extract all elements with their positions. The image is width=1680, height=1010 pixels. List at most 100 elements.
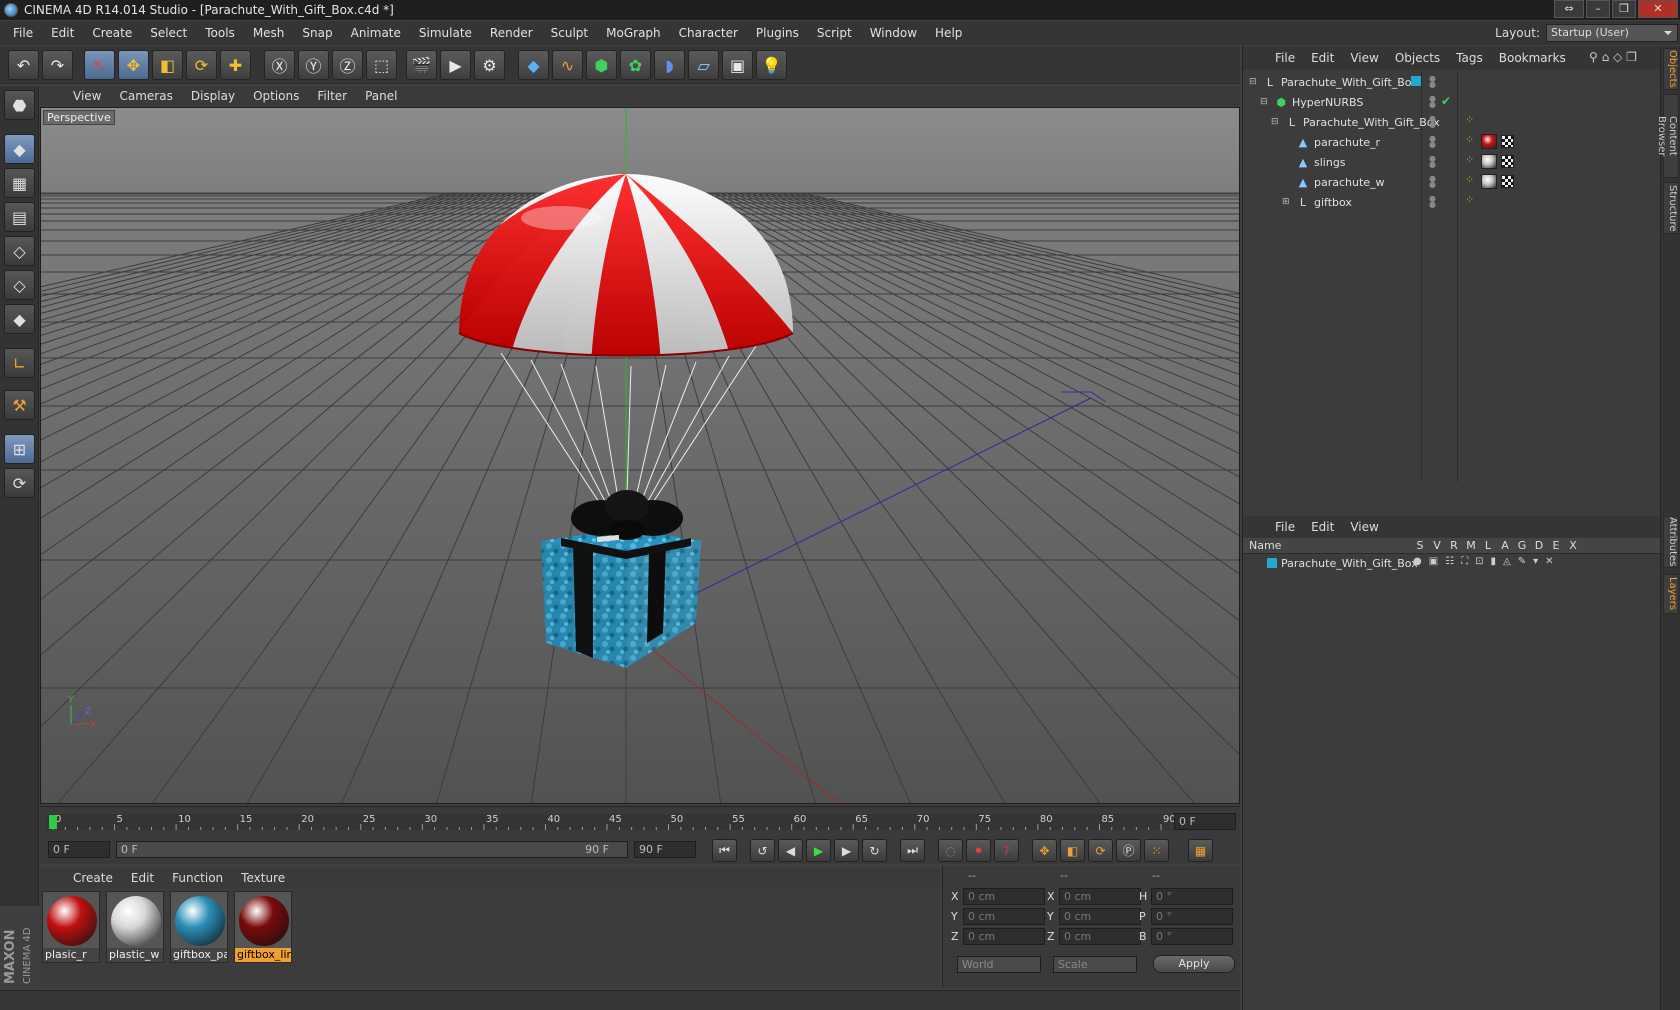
material-swatch[interactable]: giftbox_lin <box>234 891 292 963</box>
add-object-button[interactable]: ✚ <box>220 50 251 80</box>
object-menu-tags[interactable]: Tags <box>1448 51 1491 65</box>
layer-column-r[interactable]: R <box>1445 539 1463 552</box>
current-frame-field[interactable]: 0 F <box>1174 813 1236 830</box>
nurbs-button[interactable]: ⬢ <box>586 50 617 80</box>
next-frame-button[interactable]: ▶ <box>834 839 859 862</box>
go-to-end-button[interactable]: ⏭ <box>900 839 925 862</box>
texture-tag-icon[interactable] <box>1501 135 1514 148</box>
menu-plugins[interactable]: Plugins <box>747 26 808 40</box>
z-axis-button[interactable]: Ⓩ <box>332 50 363 80</box>
polygons-mode-button[interactable]: ◆ <box>4 304 35 334</box>
coord-value-field[interactable]: 0 cm <box>963 888 1045 905</box>
model-mode-button[interactable]: ◆ <box>4 134 35 164</box>
object-menu-view[interactable]: View <box>1342 51 1386 65</box>
object-row[interactable]: ▲ parachute_w ● ● ⁘ <box>1243 172 1661 192</box>
layer-row[interactable]: Parachute_With_Gift_Box ●▣☷⛶⊡▮◬✎▾✕ <box>1243 554 1661 572</box>
viewport-menu-panel[interactable]: Panel <box>356 89 406 103</box>
scale-button[interactable]: ◧ <box>152 50 183 80</box>
layer-column-d[interactable]: D <box>1530 539 1548 552</box>
undo-button[interactable]: ↶ <box>8 50 39 80</box>
edges-mode-button[interactable]: ◇ <box>4 270 35 300</box>
coord-value-field[interactable]: 0 cm <box>963 908 1045 925</box>
object-row[interactable]: ▲ slings ● ● ⁘ <box>1243 152 1661 172</box>
go-to-start-button[interactable]: ⏮ <box>712 839 737 862</box>
maximize-button[interactable]: ❐ <box>1612 0 1636 18</box>
previous-frame-button[interactable]: ◀ <box>778 839 803 862</box>
visibility-dots[interactable]: ● ● <box>1429 75 1436 89</box>
size-mode-dropdown[interactable]: Scale <box>1053 956 1137 973</box>
keyframe-selection-button[interactable]: ? <box>994 839 1019 862</box>
axis-mode-button[interactable]: ∟ <box>4 348 35 378</box>
deformer-button[interactable]: ◗ <box>654 50 685 80</box>
object-row[interactable]: ⊟ L Parachute_With_Gift_Box ● ● ⁘ <box>1243 112 1661 132</box>
menu-edit[interactable]: Edit <box>42 26 83 40</box>
key-position-button[interactable]: ✥ <box>1032 839 1057 862</box>
floor-button[interactable]: ▱ <box>688 50 719 80</box>
menu-script[interactable]: Script <box>808 26 861 40</box>
texture-tag-icon[interactable] <box>1501 155 1514 168</box>
viewport-menu-cameras[interactable]: Cameras <box>110 89 181 103</box>
visibility-dots[interactable]: ● ● <box>1429 95 1436 109</box>
layer-column-x[interactable]: X <box>1564 539 1582 552</box>
viewport-menu-view[interactable]: View <box>64 89 110 103</box>
coordinate-space-dropdown[interactable]: World <box>957 956 1041 973</box>
render-view-button[interactable]: 🎬 <box>406 50 437 80</box>
array-button[interactable]: ✿ <box>620 50 651 80</box>
object-manager-search-icons[interactable]: ⚲ ⌂ ◇ ❐ <box>1589 50 1637 64</box>
start-frame-field[interactable]: 0 F <box>48 841 110 858</box>
material-menu-texture[interactable]: Texture <box>232 871 294 885</box>
object-menu-bookmarks[interactable]: Bookmarks <box>1491 51 1574 65</box>
phong-tag-icon[interactable]: ⁘ <box>1465 153 1474 166</box>
layer-menu-edit[interactable]: Edit <box>1303 520 1342 534</box>
coord-value-field[interactable]: 0 cm <box>963 928 1045 945</box>
layer-menu-file[interactable]: File <box>1267 520 1303 534</box>
tree-expand-icon[interactable]: ⊞ <box>1282 197 1292 207</box>
close-button[interactable]: ✕ <box>1638 0 1678 18</box>
key-parameter-button[interactable]: Ⓟ <box>1116 839 1141 862</box>
material-tag-icon[interactable] <box>1481 134 1497 149</box>
move-button[interactable]: ✥ <box>118 50 149 80</box>
rotate-button[interactable]: ⟳ <box>186 50 217 80</box>
layer-column-v[interactable]: V <box>1428 539 1446 552</box>
coord-value-field[interactable]: 0 ° <box>1151 928 1233 945</box>
key-pla-button[interactable]: ⁙ <box>1144 839 1169 862</box>
menu-window[interactable]: Window <box>861 26 926 40</box>
coordinate-system-button[interactable]: ⬚ <box>366 50 397 80</box>
menu-create[interactable]: Create <box>83 26 141 40</box>
layer-column-e[interactable]: E <box>1547 539 1565 552</box>
snap-button[interactable]: ⊞ <box>4 434 35 464</box>
tree-expand-icon[interactable]: ⊟ <box>1249 77 1259 87</box>
phong-tag-icon[interactable]: ⁘ <box>1465 133 1474 146</box>
tab-objects[interactable]: Objects <box>1663 48 1679 90</box>
camera-button[interactable]: ▣ <box>722 50 753 80</box>
tree-expand-icon[interactable]: ⊟ <box>1271 117 1281 127</box>
material-tag-icon[interactable] <box>1481 174 1497 189</box>
material-swatch[interactable]: plasic_r <box>42 891 100 963</box>
tab-structure[interactable]: Structure <box>1663 182 1679 234</box>
menu-render[interactable]: Render <box>481 26 542 40</box>
phong-tag-icon[interactable]: ⁘ <box>1465 113 1474 126</box>
enabled-check-icon[interactable]: ✔ <box>1441 94 1451 108</box>
play-button[interactable]: ▶ <box>806 839 831 862</box>
light-button[interactable]: 💡 <box>756 50 787 80</box>
layout-dropdown[interactable]: Startup (User) <box>1546 24 1678 42</box>
menu-simulate[interactable]: Simulate <box>410 26 481 40</box>
object-menu-edit[interactable]: Edit <box>1303 51 1342 65</box>
visibility-dots[interactable]: ● ● <box>1429 115 1436 129</box>
material-menu-function[interactable]: Function <box>163 871 232 885</box>
x-axis-button[interactable]: Ⓧ <box>264 50 295 80</box>
tweak-button[interactable]: ⚒ <box>4 390 35 420</box>
menu-snap[interactable]: Snap <box>293 26 341 40</box>
playhead[interactable] <box>49 815 57 829</box>
viewport-camera-label[interactable]: Perspective <box>43 110 115 125</box>
frame-range-slider[interactable]: 0 F 90 F <box>116 841 628 858</box>
viewport-perspective[interactable]: Y X Z Perspective ✥ ⇕ ⟳ ❐ <box>40 107 1240 804</box>
tab-attributes[interactable]: Attributes <box>1663 516 1679 568</box>
menu-mograph[interactable]: MoGraph <box>597 26 670 40</box>
viewport-menu-filter[interactable]: Filter <box>308 89 356 103</box>
record-keys-button[interactable]: ◌ <box>938 839 963 862</box>
y-axis-button[interactable]: Ⓨ <box>298 50 329 80</box>
object-row[interactable]: ⊟ ⬢ HyperNURBS ● ● ✔ <box>1243 92 1661 112</box>
cube-button[interactable]: ◆ <box>518 50 549 80</box>
layer-color-swatch[interactable] <box>1267 558 1277 568</box>
